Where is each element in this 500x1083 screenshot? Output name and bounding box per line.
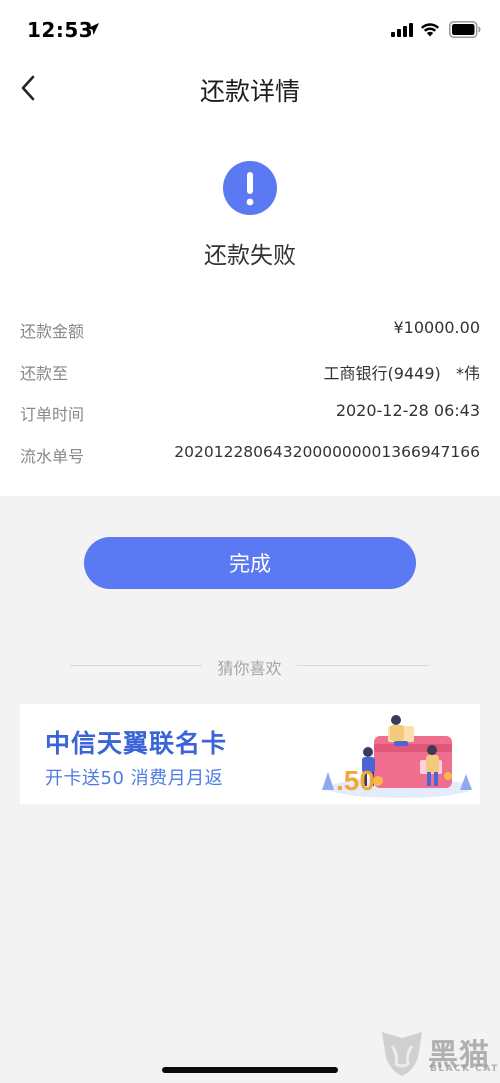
detail-label: 订单时间 [20,405,85,424]
detail-row-serial-number: 流水单号 2020122806432000000001366947166 [20,443,480,473]
divider [70,665,202,666]
detail-row-account: 还款至 工商银行(9449) *伟 [20,360,480,390]
home-indicator[interactable] [162,1067,338,1073]
watermark-subtext: BLACK CAT [430,1064,499,1074]
detail-value: ¥10000.00 [393,318,480,337]
status-time: 12:53 [27,18,94,42]
banner-title: 中信天翼联名卡 [45,729,228,758]
banner-art-text: .50 [336,765,375,796]
detail-value: 工商银行(9449) *伟 [323,364,480,383]
location-arrow-icon [87,23,99,35]
wifi-icon [421,23,439,37]
recommend-label: 猜你喜欢 [217,659,282,678]
done-button[interactable]: 完成 [84,537,416,589]
signal-icon [391,23,413,37]
detail-label: 还款金额 [20,322,85,341]
detail-label: 流水单号 [20,447,85,466]
black-cat-logo-icon [382,1032,422,1076]
page-title: 还款详情 [199,77,300,106]
detail-row-order-time: 订单时间 2020-12-28 06:43 [20,401,480,431]
detail-label: 还款至 [20,364,69,383]
banner-subtitle: 开卡送50 消费月月返 [45,768,224,789]
credit-card-illustration: .50 [322,715,472,798]
divider [297,665,429,666]
promo-banner[interactable]: 中信天翼联名卡 开卡送50 消费月月返 .50 [20,704,480,804]
status-bar: 12:53 [0,0,500,60]
battery-icon [449,21,481,38]
detail-row-amount: 还款金额 ¥10000.00 [20,318,480,348]
detail-value: 2020-12-28 06:43 [335,401,480,420]
result-status-text: 还款失败 [204,243,296,269]
exclamation-circle-icon [223,161,277,215]
nav-bar: 还款详情 [0,60,500,120]
detail-value: 2020122806432000000001366947166 [174,443,480,461]
